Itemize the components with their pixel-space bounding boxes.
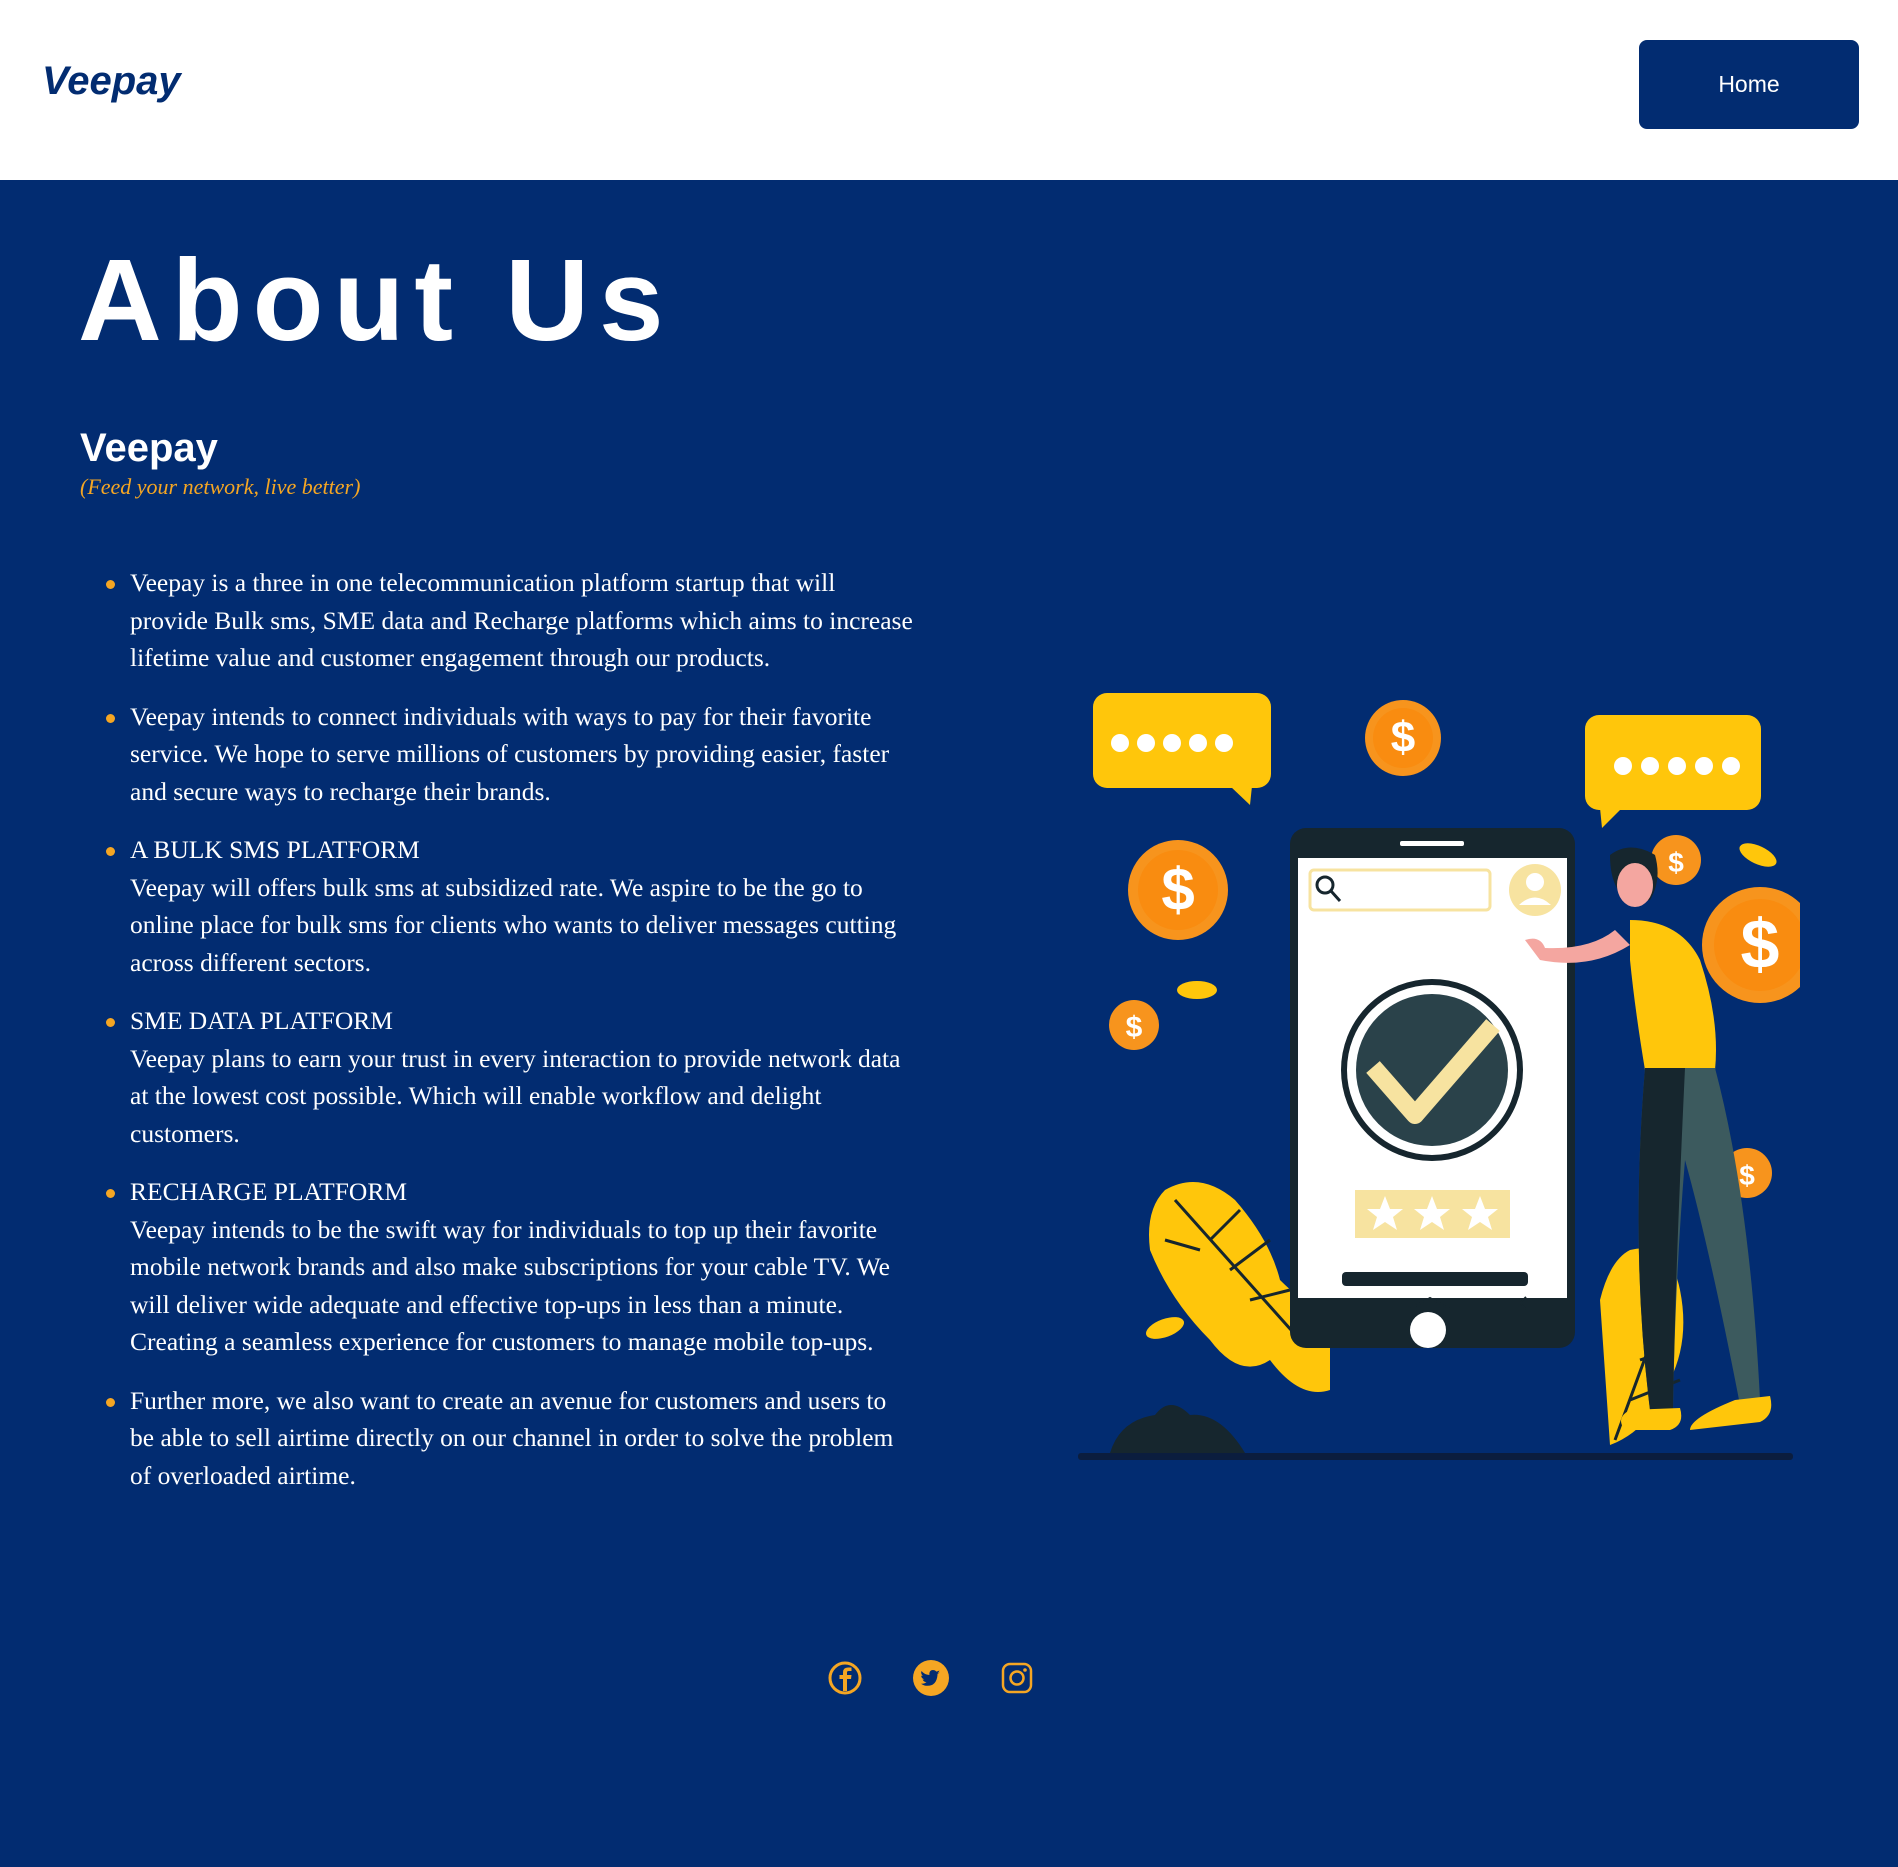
instagram-icon[interactable] [997, 1658, 1037, 1698]
item-heading: A BULK SMS PLATFORM [130, 835, 420, 864]
svg-text:$: $ [1161, 856, 1194, 923]
item-heading: RECHARGE PLATFORM [130, 1177, 408, 1206]
dollar-coin-icon: $ [1651, 835, 1701, 885]
ground-line [1078, 1453, 1793, 1460]
brand-name: Veepay [80, 426, 218, 470]
tagline: (Feed your network, live better) [80, 474, 361, 499]
veepay-logo[interactable]: Veepay [40, 58, 210, 108]
item-text: Veepay intends to be the swift way for i… [130, 1214, 890, 1357]
svg-text:$: $ [1126, 1011, 1143, 1044]
list-item: SME DATA PLATFORM Veepay plans to earn y… [105, 1002, 915, 1152]
payment-illustration: $ $ $ $ $ $ [1078, 693, 1800, 1460]
dollar-coin-icon: $ [1109, 1000, 1159, 1050]
dollar-coin-icon: $ [1702, 887, 1800, 1003]
dollar-coin-icon: $ [1365, 700, 1441, 776]
page-title: About Us [78, 235, 674, 365]
svg-text:$: $ [1668, 847, 1684, 878]
list-item: RECHARGE PLATFORM Veepay intends to be t… [105, 1173, 915, 1361]
logo-text: Veepay [42, 59, 182, 103]
about-list: Veepay is a three in one telecommunicati… [105, 564, 915, 1515]
list-item: Veepay is a three in one telecommunicati… [105, 564, 915, 677]
rock-shape [1110, 1405, 1245, 1453]
bullet-icon [106, 1189, 115, 1198]
home-button[interactable]: Home [1639, 40, 1859, 129]
svg-text:$: $ [1741, 905, 1780, 983]
item-text: Further more, we also want to create an … [130, 1385, 894, 1490]
item-text: Veepay will offers bulk sms at subsidize… [130, 872, 897, 977]
dollar-coin-icon: $ [1128, 840, 1228, 940]
bullet-icon [106, 847, 115, 856]
item-text: Veepay intends to connect individuals wi… [130, 701, 890, 806]
bullet-icon [106, 580, 115, 589]
list-item: Veepay intends to connect individuals wi… [105, 698, 915, 811]
svg-text:$: $ [1391, 713, 1415, 762]
bullet-icon [106, 1397, 115, 1407]
top-navbar: Veepay Home [0, 0, 1898, 180]
phone-home-button [1410, 1312, 1446, 1348]
bullet-icon [106, 713, 115, 723]
list-item: A BULK SMS PLATFORM Veepay will offers b… [105, 831, 915, 981]
about-section: About Us Veepay (Feed your network, live… [0, 180, 1898, 1867]
social-links [825, 1658, 1037, 1708]
twitter-icon[interactable] [911, 1658, 951, 1698]
svg-text:$: $ [1739, 1160, 1755, 1191]
item-text: Veepay is a three in one telecommunicati… [130, 568, 913, 672]
item-heading: SME DATA PLATFORM [130, 1006, 393, 1035]
list-item: Further more, we also want to create an … [105, 1382, 915, 1495]
facebook-icon[interactable] [825, 1658, 865, 1698]
phone-search-bar [1308, 868, 1492, 912]
bullet-icon [106, 1018, 115, 1027]
item-text: Veepay plans to earn your trust in every… [130, 1043, 901, 1148]
